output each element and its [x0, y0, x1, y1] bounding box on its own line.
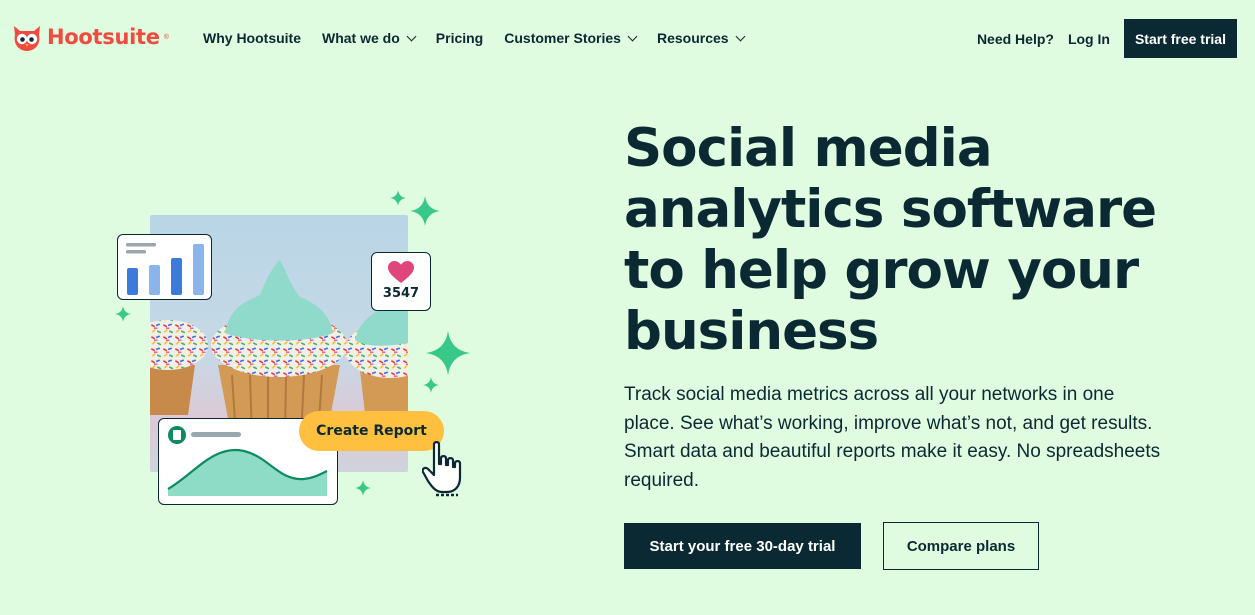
- chevron-down-icon: [627, 31, 638, 41]
- area-chart-icon: [167, 448, 328, 496]
- nav-item-pricing[interactable]: Pricing: [436, 30, 483, 46]
- nav-item-resources[interactable]: Resources: [656, 30, 745, 46]
- main-menu: Why Hootsuite What we do Pricing Custome…: [203, 30, 745, 46]
- trademark-mark: ®: [163, 34, 169, 41]
- start-free-trial-button[interactable]: Start free trial: [1123, 19, 1237, 58]
- nav-item-what-we-do[interactable]: What we do: [322, 30, 417, 46]
- compare-plans-button[interactable]: Compare plans: [883, 522, 1039, 570]
- sparkle-icon: [426, 331, 470, 375]
- nav-item-why-hootsuite[interactable]: Why Hootsuite: [203, 30, 301, 46]
- document-icon: [168, 426, 186, 444]
- sparkle-icon: [355, 480, 371, 496]
- hand-cursor-icon: [422, 441, 462, 497]
- sparkle-icon: [423, 377, 439, 393]
- top-nav: Hootsuite ® Why Hootsuite What we do Pri…: [0, 0, 1255, 78]
- hootsuite-logo[interactable]: Hootsuite ®: [11, 22, 169, 52]
- hero-illustration: 3547 Create Report: [110, 185, 480, 510]
- chevron-down-icon: [735, 31, 745, 41]
- nav-item-label: Resources: [656, 30, 729, 46]
- hero-description: Track social media metrics across all yo…: [624, 384, 1161, 491]
- sparkle-icon: [115, 306, 131, 322]
- nav-item-label: What we do: [322, 30, 400, 46]
- nav-item-label: Customer Stories: [504, 30, 621, 46]
- nav-item-label: Pricing: [435, 30, 484, 46]
- nav-item-label: Why Hootsuite: [203, 30, 301, 46]
- need-help-link[interactable]: Need Help?: [977, 31, 1054, 47]
- owl-logo-icon: [14, 26, 40, 51]
- account-nav: Need Help? Log In Start free trial: [977, 19, 1237, 58]
- sparkle-icon: [410, 196, 440, 226]
- likes-card: 3547: [371, 252, 431, 311]
- likes-count: 3547: [382, 286, 420, 301]
- login-link[interactable]: Log In: [1068, 31, 1110, 47]
- nav-item-customer-stories[interactable]: Customer Stories: [504, 30, 638, 46]
- heart-icon: [388, 261, 414, 283]
- chevron-down-icon: [406, 31, 417, 41]
- bar-chart-icon: [126, 243, 204, 295]
- hero-headline: Social media analytics software to help …: [624, 118, 1157, 362]
- bar-chart-card: [117, 234, 212, 300]
- sparkle-icon: [390, 190, 406, 206]
- brand-name: Hootsuite: [47, 25, 160, 49]
- start-trial-button[interactable]: Start your free 30-day trial: [624, 523, 861, 569]
